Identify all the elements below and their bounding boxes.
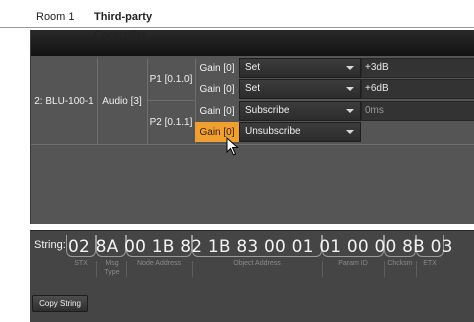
device-name: 2: BLU-100-1 bbox=[34, 95, 94, 107]
field-label-etx: ETX bbox=[423, 260, 437, 267]
tab-room-1-label: Room 1 bbox=[36, 11, 75, 23]
control-label: Gain [0] bbox=[199, 83, 235, 95]
action-dropdown[interactable]: Subscribe bbox=[239, 101, 361, 121]
tab-bar: Room 1 Third-party Controller bbox=[0, 0, 474, 41]
string-label: String: bbox=[34, 239, 66, 251]
command-table: 2: BLU-100-1 Audio [3] P1 [0.1.0] P2 [0.… bbox=[30, 30, 474, 224]
left-margin bbox=[0, 28, 30, 322]
action-dropdown-value: Subscribe bbox=[245, 105, 290, 116]
field-label-checksum: Chcksm bbox=[387, 260, 413, 267]
action-dropdown-value: Set bbox=[245, 83, 261, 94]
divider bbox=[96, 261, 97, 277]
action-dropdown-value: Set bbox=[245, 62, 261, 73]
action-dropdown[interactable]: Set bbox=[239, 79, 361, 99]
tab-third-party-controller-label: Third-party Controller bbox=[94, 11, 153, 41]
parameter-label: P2 [0.1.1] bbox=[149, 116, 193, 128]
tab-third-party-controller[interactable]: Third-party Controller bbox=[76, 8, 202, 41]
object-name: Audio [3] bbox=[102, 95, 142, 107]
field-label-msg-type: Msg Type bbox=[104, 260, 120, 276]
field-label-param-id: Param ID bbox=[338, 260, 368, 267]
string-panel: String: 02 8A 00 1B 82 1B 83 00 01 01 00… bbox=[30, 230, 474, 322]
value-field[interactable]: +3dB bbox=[361, 58, 474, 78]
divider bbox=[31, 144, 474, 145]
value-field[interactable]: +6dB bbox=[361, 79, 474, 99]
divider bbox=[322, 261, 323, 277]
command-string: 02 8A 00 1B 82 1B 83 00 01 01 00 00 8B 0… bbox=[68, 237, 453, 257]
action-dropdown-value: Unsubscribe bbox=[245, 126, 301, 137]
mouse-cursor-icon bbox=[226, 137, 239, 156]
parameter-label: P1 [0.1.0] bbox=[149, 73, 193, 85]
chevron-down-icon bbox=[346, 109, 354, 113]
chevron-down-icon bbox=[346, 66, 354, 70]
control-label: Gain [0] bbox=[199, 105, 235, 117]
action-dropdown[interactable]: Unsubscribe bbox=[239, 122, 361, 142]
value-field[interactable]: 0ms bbox=[361, 101, 474, 121]
copy-string-button[interactable]: Copy String bbox=[32, 295, 88, 312]
action-dropdown[interactable]: Set bbox=[239, 58, 361, 78]
divider bbox=[126, 261, 127, 277]
chevron-down-icon bbox=[346, 87, 354, 91]
control-label: Gain [0] bbox=[199, 62, 235, 74]
divider bbox=[192, 261, 193, 277]
field-label-stx: STX bbox=[74, 260, 88, 267]
field-label-object-address: Object Address bbox=[233, 260, 281, 267]
chevron-down-icon bbox=[346, 130, 354, 134]
field-label-node-address: Node Address bbox=[137, 260, 181, 267]
